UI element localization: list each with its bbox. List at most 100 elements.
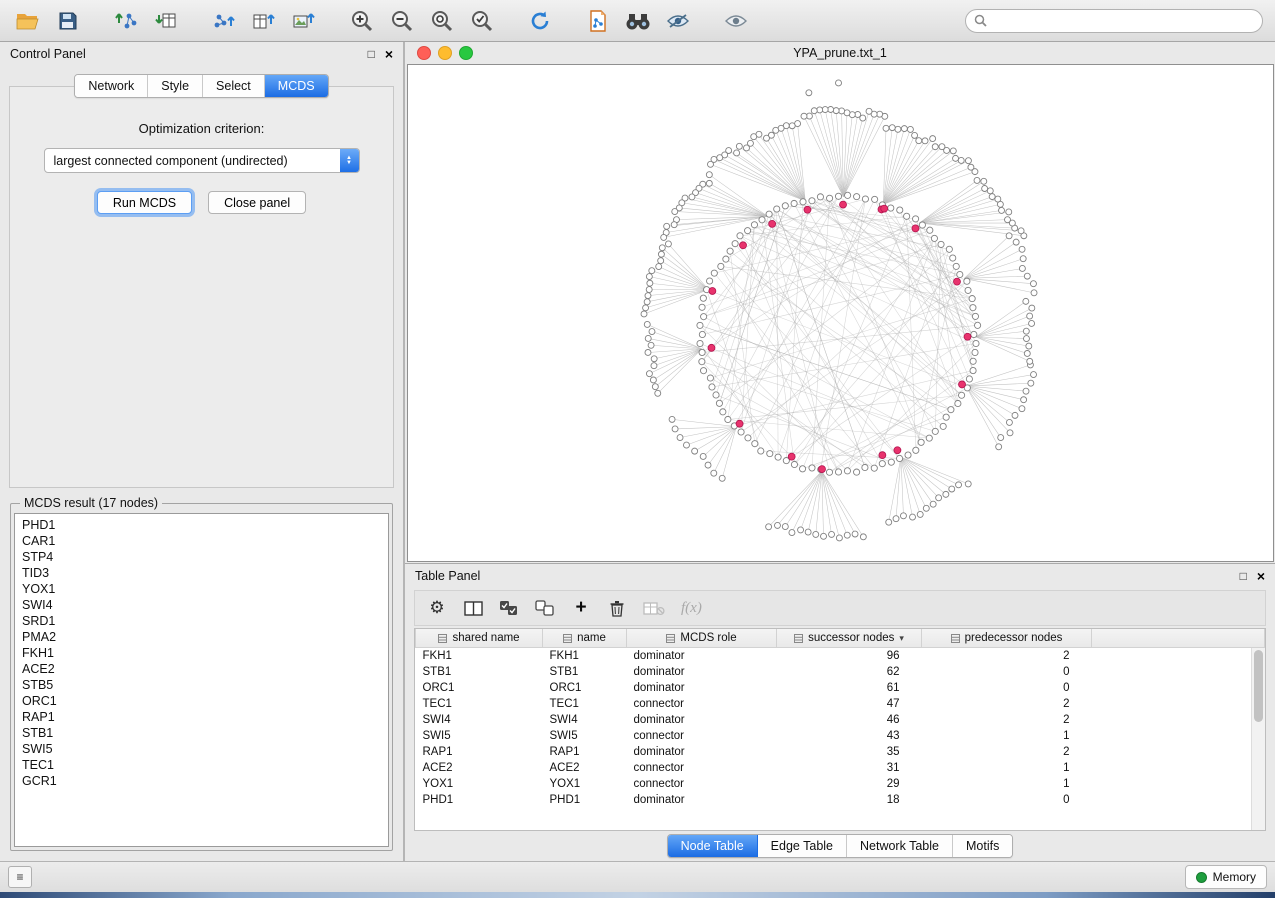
- zoom-in-button[interactable]: [346, 7, 378, 35]
- table-row[interactable]: YOX1 YOX1 connector 29 1: [416, 776, 1265, 792]
- network-graph[interactable]: [408, 65, 1273, 561]
- cell-successor-nodes[interactable]: 29: [777, 776, 922, 792]
- cell-mcds-role[interactable]: dominator: [627, 664, 777, 680]
- cell-name[interactable]: STB1: [543, 664, 627, 680]
- cell-predecessor-nodes[interactable]: 1: [922, 776, 1092, 792]
- result-node[interactable]: ACE2: [22, 661, 381, 677]
- result-node[interactable]: STB5: [22, 677, 381, 693]
- result-node[interactable]: YOX1: [22, 581, 381, 597]
- cell-mcds-role[interactable]: connector: [627, 760, 777, 776]
- search-field[interactable]: [965, 9, 1263, 33]
- cell-name[interactable]: SWI4: [543, 712, 627, 728]
- cell-shared-name[interactable]: STB1: [416, 664, 543, 680]
- criterion-dropdown[interactable]: largest connected component (undirected)…: [44, 148, 360, 173]
- apply-layout-button[interactable]: [524, 7, 556, 35]
- tab-mcds[interactable]: MCDS: [265, 75, 328, 97]
- result-node[interactable]: STB1: [22, 725, 381, 741]
- tab-node-table[interactable]: Node Table: [668, 835, 758, 857]
- float-panel-icon[interactable]: □: [368, 48, 375, 60]
- cell-shared-name[interactable]: ACE2: [416, 760, 543, 776]
- cell-name[interactable]: YOX1: [543, 776, 627, 792]
- close-table-panel-icon[interactable]: ×: [1257, 569, 1265, 583]
- show-details-button[interactable]: [720, 7, 752, 35]
- show-columns-button[interactable]: [463, 596, 483, 620]
- zoom-selected-button[interactable]: [466, 7, 498, 35]
- cell-predecessor-nodes[interactable]: 2: [922, 712, 1092, 728]
- tab-motifs[interactable]: Motifs: [953, 835, 1012, 857]
- result-node[interactable]: ORC1: [22, 693, 381, 709]
- network-from-file-button[interactable]: [582, 7, 614, 35]
- network-canvas[interactable]: [407, 64, 1274, 562]
- table-row[interactable]: FKH1 FKH1 dominator 96 2: [416, 648, 1265, 665]
- result-node[interactable]: SWI5: [22, 741, 381, 757]
- cell-name[interactable]: PHD1: [543, 792, 627, 808]
- result-node[interactable]: SWI4: [22, 597, 381, 613]
- export-table-button[interactable]: [248, 7, 280, 35]
- cell-successor-nodes[interactable]: 96: [777, 648, 922, 665]
- result-node[interactable]: TEC1: [22, 757, 381, 773]
- cell-shared-name[interactable]: RAP1: [416, 744, 543, 760]
- tab-select[interactable]: Select: [203, 75, 265, 97]
- cell-predecessor-nodes[interactable]: 1: [922, 760, 1092, 776]
- result-node[interactable]: PMA2: [22, 629, 381, 645]
- find-button[interactable]: [622, 7, 654, 35]
- save-session-button[interactable]: [52, 7, 84, 35]
- add-column-button[interactable]: +: [571, 596, 591, 620]
- result-node[interactable]: GCR1: [22, 773, 381, 789]
- open-session-button[interactable]: [12, 7, 44, 35]
- cell-successor-nodes[interactable]: 46: [777, 712, 922, 728]
- column-header-name[interactable]: name: [543, 629, 627, 648]
- table-row[interactable]: TEC1 TEC1 connector 47 2: [416, 696, 1265, 712]
- cell-predecessor-nodes[interactable]: 1: [922, 728, 1092, 744]
- search-input[interactable]: [993, 13, 1254, 29]
- column-header-shared-name[interactable]: shared name: [416, 629, 543, 648]
- tab-style[interactable]: Style: [148, 75, 203, 97]
- cell-shared-name[interactable]: PHD1: [416, 792, 543, 808]
- cell-shared-name[interactable]: YOX1: [416, 776, 543, 792]
- sort-chevron-icon[interactable]: ▾: [899, 633, 904, 644]
- tab-network-table[interactable]: Network Table: [847, 835, 953, 857]
- table-row[interactable]: PHD1 PHD1 dominator 18 0: [416, 792, 1265, 808]
- close-panel-button[interactable]: Close panel: [208, 191, 306, 214]
- cell-predecessor-nodes[interactable]: 0: [922, 680, 1092, 696]
- table-row[interactable]: SWI4 SWI4 dominator 46 2: [416, 712, 1265, 728]
- tab-network[interactable]: Network: [75, 75, 148, 97]
- table-row[interactable]: RAP1 RAP1 dominator 35 2: [416, 744, 1265, 760]
- result-node[interactable]: RAP1: [22, 709, 381, 725]
- import-table-button[interactable]: [150, 7, 182, 35]
- maximize-window-icon[interactable]: [459, 46, 473, 60]
- cell-name[interactable]: ORC1: [543, 680, 627, 696]
- cell-shared-name[interactable]: ORC1: [416, 680, 543, 696]
- run-mcds-button[interactable]: Run MCDS: [97, 191, 192, 214]
- cell-successor-nodes[interactable]: 47: [777, 696, 922, 712]
- zoom-fit-button[interactable]: [426, 7, 458, 35]
- cell-successor-nodes[interactable]: 35: [777, 744, 922, 760]
- column-header-successor-nodes[interactable]: successor nodes▾: [777, 629, 922, 648]
- cell-successor-nodes[interactable]: 61: [777, 680, 922, 696]
- import-network-button[interactable]: [110, 7, 142, 35]
- result-node[interactable]: PHD1: [22, 517, 381, 533]
- memory-button[interactable]: Memory: [1185, 865, 1267, 889]
- export-image-button[interactable]: [288, 7, 320, 35]
- cell-successor-nodes[interactable]: 31: [777, 760, 922, 776]
- cell-name[interactable]: RAP1: [543, 744, 627, 760]
- cell-shared-name[interactable]: FKH1: [416, 648, 543, 665]
- scrollbar-thumb[interactable]: [1254, 650, 1263, 722]
- cell-name[interactable]: TEC1: [543, 696, 627, 712]
- cell-successor-nodes[interactable]: 18: [777, 792, 922, 808]
- export-network-button[interactable]: [208, 7, 240, 35]
- cell-mcds-role[interactable]: dominator: [627, 648, 777, 665]
- table-row[interactable]: ACE2 ACE2 connector 31 1: [416, 760, 1265, 776]
- cell-shared-name[interactable]: SWI4: [416, 712, 543, 728]
- tab-edge-table[interactable]: Edge Table: [758, 835, 847, 857]
- cell-predecessor-nodes[interactable]: 0: [922, 664, 1092, 680]
- result-node[interactable]: STP4: [22, 549, 381, 565]
- cell-mcds-role[interactable]: dominator: [627, 792, 777, 808]
- table-row[interactable]: STB1 STB1 dominator 62 0: [416, 664, 1265, 680]
- cell-shared-name[interactable]: SWI5: [416, 728, 543, 744]
- cell-predecessor-nodes[interactable]: 2: [922, 744, 1092, 760]
- mcds-result-list[interactable]: PHD1CAR1STP4TID3YOX1SWI4SRD1PMA2FKH1ACE2…: [14, 513, 389, 847]
- table-row[interactable]: ORC1 ORC1 dominator 61 0: [416, 680, 1265, 696]
- minimize-window-icon[interactable]: [438, 46, 452, 60]
- cell-predecessor-nodes[interactable]: 0: [922, 792, 1092, 808]
